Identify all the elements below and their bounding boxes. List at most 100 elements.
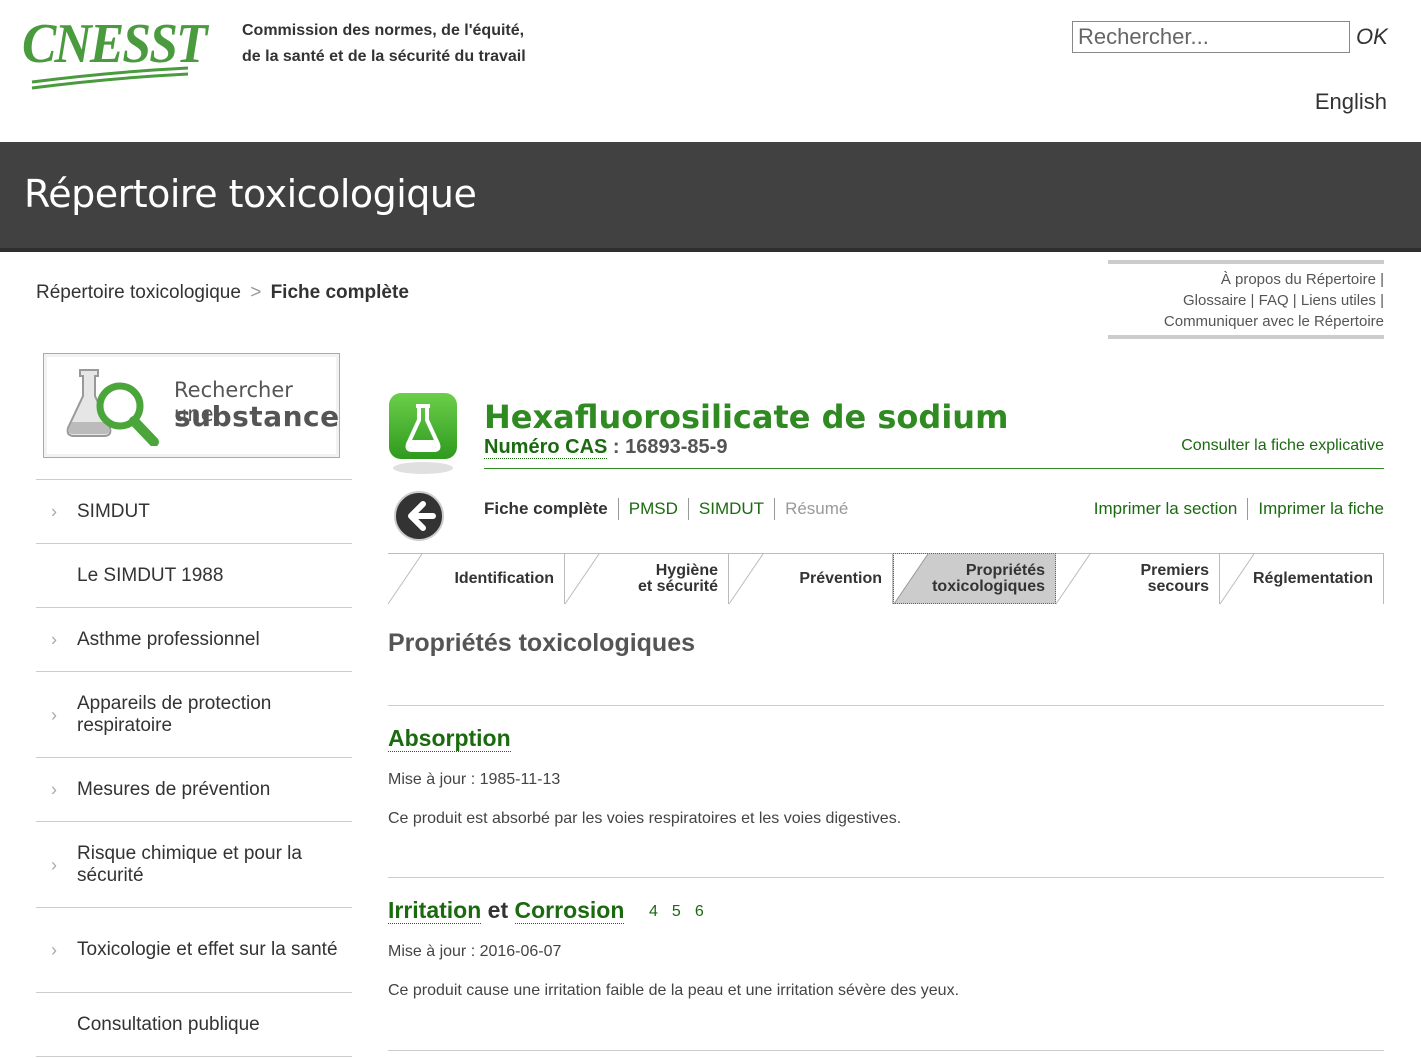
sidebar-item-label: Toxicologie et effet sur la santé bbox=[77, 939, 338, 960]
tab-corner-icon bbox=[1220, 554, 1255, 605]
chemical-flask-icon bbox=[389, 393, 457, 474]
organization-name: Commission des normes, de l'équité, de l… bbox=[242, 18, 526, 70]
sidebar-item-mesures[interactable]: › Mesures de prévention bbox=[36, 758, 352, 822]
sheet-subnav: Fiche complète PMSD SIMDUT Résumé bbox=[484, 498, 858, 520]
tab-corner-icon bbox=[388, 554, 423, 605]
reference-link[interactable]: 5 bbox=[672, 903, 681, 920]
tab-identification[interactable]: Identification bbox=[388, 553, 565, 605]
org-line-2: de la santé et de la sécurité du travail bbox=[242, 48, 526, 65]
tab-label-line2: toxicologiques bbox=[932, 577, 1045, 595]
subnav-pmsd-link[interactable]: PMSD bbox=[629, 499, 678, 518]
section-divider bbox=[388, 877, 1384, 878]
sidebar-item-asthme[interactable]: › Asthme professionnel bbox=[36, 608, 352, 672]
cas-label[interactable]: Numéro CAS bbox=[484, 436, 608, 459]
cas-number: 16893-85-9 bbox=[625, 436, 728, 458]
sidebar-item-toxicologie[interactable]: › Toxicologie et effet sur la santé bbox=[36, 908, 352, 993]
tab-corner-icon bbox=[729, 554, 764, 605]
tab-label: Hygiène bbox=[655, 562, 718, 579]
logo-text: CNESST bbox=[22, 13, 208, 75]
logo-swoosh-icon bbox=[31, 66, 189, 90]
search-ok-button[interactable]: OK bbox=[1356, 24, 1388, 50]
breadcrumb-separator: > bbox=[250, 282, 262, 303]
irritation-heading: Irritation et Corrosion bbox=[388, 897, 625, 924]
reference-link[interactable]: 4 bbox=[649, 903, 658, 920]
util-divider: | bbox=[1250, 292, 1255, 309]
reference-link[interactable]: 6 bbox=[695, 903, 704, 920]
irritation-updated: Mise à jour : 2016-06-07 bbox=[388, 943, 562, 960]
tab-premiers-secours[interactable]: Premiers secours bbox=[1056, 553, 1220, 605]
print-links: Imprimer la section Imprimer la fiche bbox=[1084, 498, 1384, 520]
chevron-right-icon: › bbox=[51, 704, 57, 725]
absorption-text: Ce produit est absorbé par les voies res… bbox=[388, 810, 902, 827]
chevron-right-icon: › bbox=[51, 940, 57, 960]
language-english-link[interactable]: English bbox=[1315, 89, 1387, 115]
about-link[interactable]: À propos du Répertoire bbox=[1221, 271, 1376, 288]
chevron-right-icon: › bbox=[51, 629, 57, 649]
chevron-right-icon: › bbox=[51, 501, 57, 521]
cas-number-row: Numéro CAS : 16893-85-9 bbox=[484, 436, 727, 459]
substance-name: Hexafluorosilicate de sodium bbox=[484, 398, 1009, 436]
contact-link[interactable]: Communiquer avec le Répertoire bbox=[1164, 313, 1384, 330]
useful-links-link[interactable]: Liens utiles bbox=[1301, 292, 1376, 309]
back-arrow-icon[interactable] bbox=[393, 490, 445, 542]
faq-link[interactable]: FAQ bbox=[1259, 292, 1289, 309]
breadcrumb: Répertoire toxicologique > Fiche complèt… bbox=[36, 282, 409, 304]
corrosion-term[interactable]: Corrosion bbox=[514, 897, 625, 924]
title-divider bbox=[484, 468, 1384, 469]
tab-proprietes-toxicologiques[interactable]: Propriétés toxicologiques bbox=[893, 553, 1056, 605]
tab-label-line2: et sécurité bbox=[637, 578, 718, 595]
util-divider: | bbox=[1380, 292, 1384, 309]
tab-prevention[interactable]: Prévention bbox=[729, 553, 893, 605]
cnesst-logo[interactable]: CNESST bbox=[22, 14, 212, 90]
irritation-conj: et bbox=[487, 897, 509, 923]
sidebar-item-label: Asthme professionnel bbox=[77, 628, 260, 650]
tab-corner-icon bbox=[1056, 554, 1091, 605]
sidebar-item-label: Le SIMDUT 1988 bbox=[77, 564, 224, 586]
print-sheet-link[interactable]: Imprimer la fiche bbox=[1247, 498, 1384, 520]
search-substance-button[interactable]: Rechercher une substance bbox=[43, 353, 340, 458]
section-divider bbox=[388, 705, 1384, 706]
chevron-right-icon: › bbox=[51, 854, 57, 875]
tab-label: Réglementation bbox=[1252, 570, 1373, 587]
explanatory-sheet-link[interactable]: Consulter la fiche explicative bbox=[1181, 437, 1384, 455]
print-section-link[interactable]: Imprimer la section bbox=[1084, 498, 1238, 520]
sidebar-item-label: Risque chimique et pour la sécurité bbox=[77, 842, 302, 886]
glossary-link[interactable]: Glossaire bbox=[1183, 292, 1246, 309]
cas-separator: : bbox=[607, 436, 626, 458]
flask-magnifier-icon bbox=[66, 369, 159, 446]
sidebar-item-label: Appareils de protection respiratoire bbox=[77, 692, 272, 736]
irritation-references: 456 bbox=[649, 903, 718, 921]
subnav-resume: Résumé bbox=[774, 498, 858, 520]
section-divider bbox=[388, 1050, 1384, 1051]
org-line-1: Commission des normes, de l'équité, bbox=[242, 22, 525, 39]
sidebar-item-simdut[interactable]: › SIMDUT bbox=[36, 480, 352, 544]
site-search-input[interactable] bbox=[1072, 21, 1350, 53]
breadcrumb-current: Fiche complète bbox=[270, 282, 409, 303]
sidebar-item-label: Consultation publique bbox=[77, 1013, 260, 1035]
irritation-text: Ce produit cause une irritation faible d… bbox=[388, 982, 960, 999]
search-substance-line2: substance bbox=[174, 400, 340, 433]
subnav-simdut-link[interactable]: SIMDUT bbox=[699, 499, 764, 518]
subnav-fiche-complete: Fiche complète bbox=[484, 499, 608, 518]
sidebar-item-simdut-1988[interactable]: Le SIMDUT 1988 bbox=[36, 544, 352, 608]
sidebar-item-label: Mesures de prévention bbox=[77, 778, 271, 800]
tab-reglementation[interactable]: Réglementation bbox=[1220, 553, 1384, 605]
tab-label: Premiers bbox=[1140, 562, 1210, 579]
chevron-right-icon: › bbox=[51, 779, 57, 799]
sidebar-item-risque[interactable]: › Risque chimique et pour la sécurité bbox=[36, 822, 352, 908]
tab-hygiene-securite[interactable]: Hygiène et sécurité bbox=[565, 553, 729, 605]
tab-label: Identification bbox=[454, 570, 554, 587]
utility-links: À propos du Répertoire | Glossaire | FAQ… bbox=[1108, 260, 1384, 339]
tab-corner-icon bbox=[894, 554, 929, 605]
absorption-term[interactable]: Absorption bbox=[388, 725, 511, 752]
irritation-term[interactable]: Irritation bbox=[388, 897, 482, 924]
absorption-heading: Absorption bbox=[388, 725, 511, 752]
sidebar-item-label: SIMDUT bbox=[77, 500, 150, 522]
util-divider: | bbox=[1292, 292, 1297, 309]
sidebar-item-consultation[interactable]: Consultation publique bbox=[36, 993, 352, 1057]
sidebar-nav: › SIMDUT Le SIMDUT 1988 › Asthme profess… bbox=[36, 479, 352, 1057]
tab-label: Propriétés bbox=[965, 561, 1045, 579]
sidebar-item-appareils[interactable]: › Appareils de protection respiratoire bbox=[36, 672, 352, 758]
breadcrumb-root-link[interactable]: Répertoire toxicologique bbox=[36, 282, 241, 303]
tab-label-line2: secours bbox=[1147, 578, 1209, 595]
